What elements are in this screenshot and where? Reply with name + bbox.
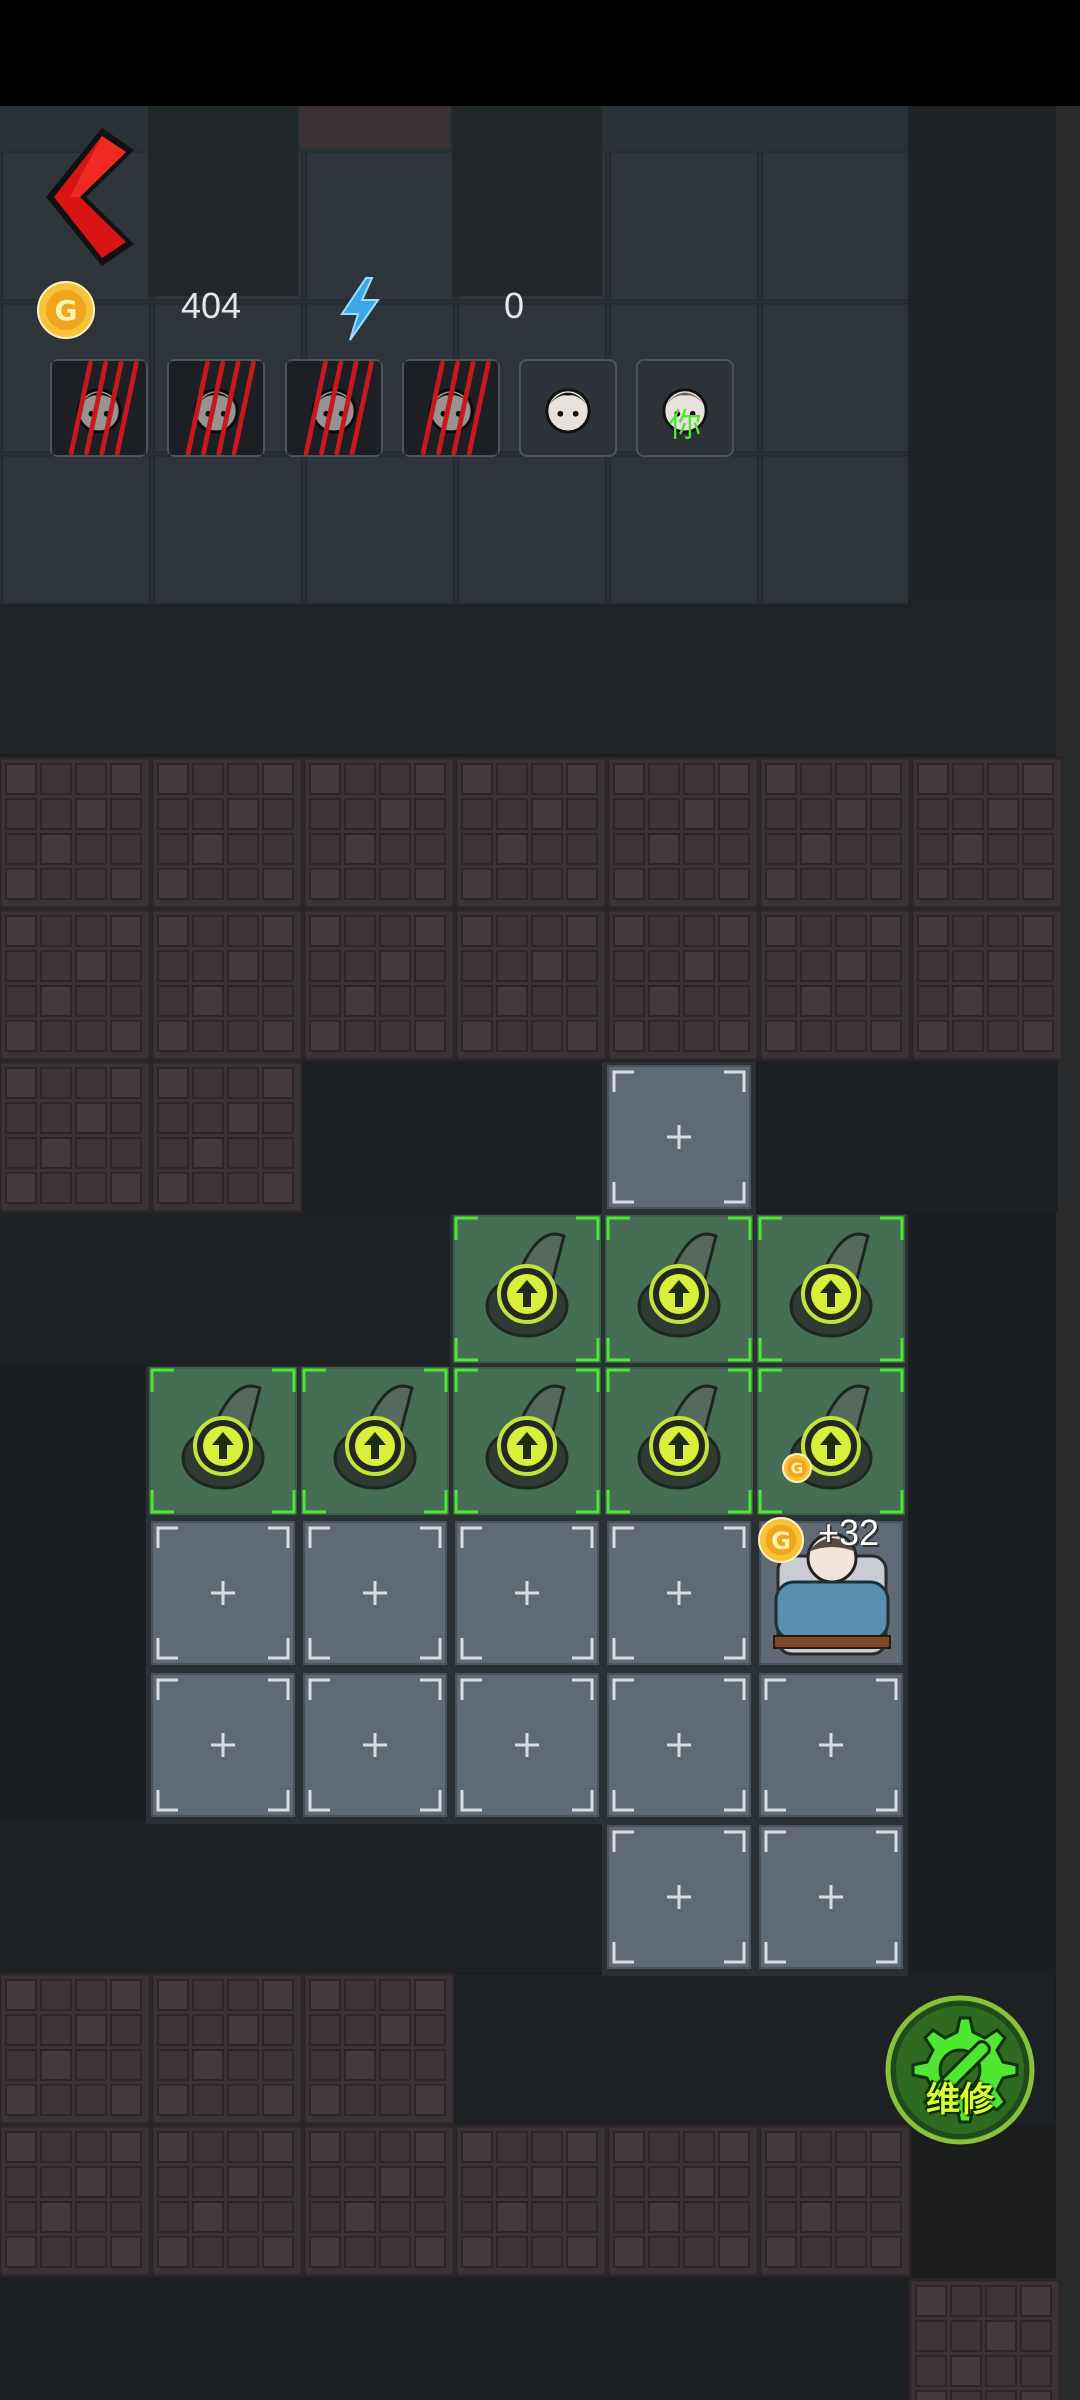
turret-tile[interactable] (149, 1367, 297, 1515)
build-slot[interactable] (759, 1673, 903, 1817)
build-slot[interactable] (303, 1521, 447, 1665)
gear-wrench-icon (885, 1995, 1035, 2145)
gold-coin-icon: G (782, 1453, 812, 1483)
avatar-slot-2 (167, 359, 265, 457)
build-slot[interactable] (303, 1673, 447, 1817)
energy-count: 0 (504, 285, 525, 326)
turret-tile[interactable] (605, 1215, 753, 1363)
repair-button[interactable]: 维修 (884, 1994, 1036, 2146)
avatar-slot-6: 你 (636, 359, 734, 457)
turret-tile[interactable] (453, 1367, 601, 1515)
repair-label: 维修 (926, 2080, 994, 2120)
build-slot[interactable] (607, 1065, 751, 1209)
avatar-slot-1 (50, 359, 148, 457)
turret-tile[interactable] (757, 1215, 905, 1363)
avatar-slot-4 (402, 359, 500, 457)
build-slot[interactable] (607, 1825, 751, 1969)
svg-text:G: G (771, 1527, 791, 1555)
defeated-avatar-icon (404, 361, 498, 455)
svg-text:G: G (55, 294, 78, 327)
character-avatar-icon: 你 (662, 388, 708, 444)
lightning-icon (336, 276, 384, 342)
defeated-avatar-icon (169, 361, 263, 455)
defeated-avatar-icon (287, 361, 381, 455)
gold-coin-icon: G (758, 1517, 804, 1563)
character-avatar-icon (545, 388, 591, 434)
reward-popup-text: +32 (818, 1512, 880, 1553)
build-slot[interactable] (151, 1673, 295, 1817)
build-slot[interactable] (455, 1673, 599, 1817)
blanket-icon (774, 1580, 890, 1642)
defeated-avatar-icon (52, 361, 146, 455)
build-slot[interactable] (151, 1521, 295, 1665)
build-slot[interactable] (607, 1521, 751, 1665)
back-button[interactable] (40, 124, 144, 270)
gold-count: 404 (181, 285, 242, 326)
avatar-slot-5 (519, 359, 617, 457)
status-bar (0, 0, 1080, 106)
turret-tile[interactable] (605, 1367, 753, 1515)
gold-coin-icon: G (36, 280, 96, 340)
turret-tile[interactable] (453, 1215, 601, 1363)
turret-tile[interactable] (301, 1367, 449, 1515)
back-arrow-icon (46, 128, 134, 266)
svg-text:G: G (791, 1460, 804, 1478)
game-stage: GG G 404 0 你 +32 维修 (0, 0, 1080, 2400)
turret-tile[interactable] (757, 1367, 905, 1515)
build-slot[interactable] (759, 1825, 903, 1969)
you-label: 你 (669, 406, 702, 444)
build-slot[interactable] (455, 1521, 599, 1665)
build-slot[interactable] (607, 1673, 751, 1817)
avatar-slot-3 (285, 359, 383, 457)
